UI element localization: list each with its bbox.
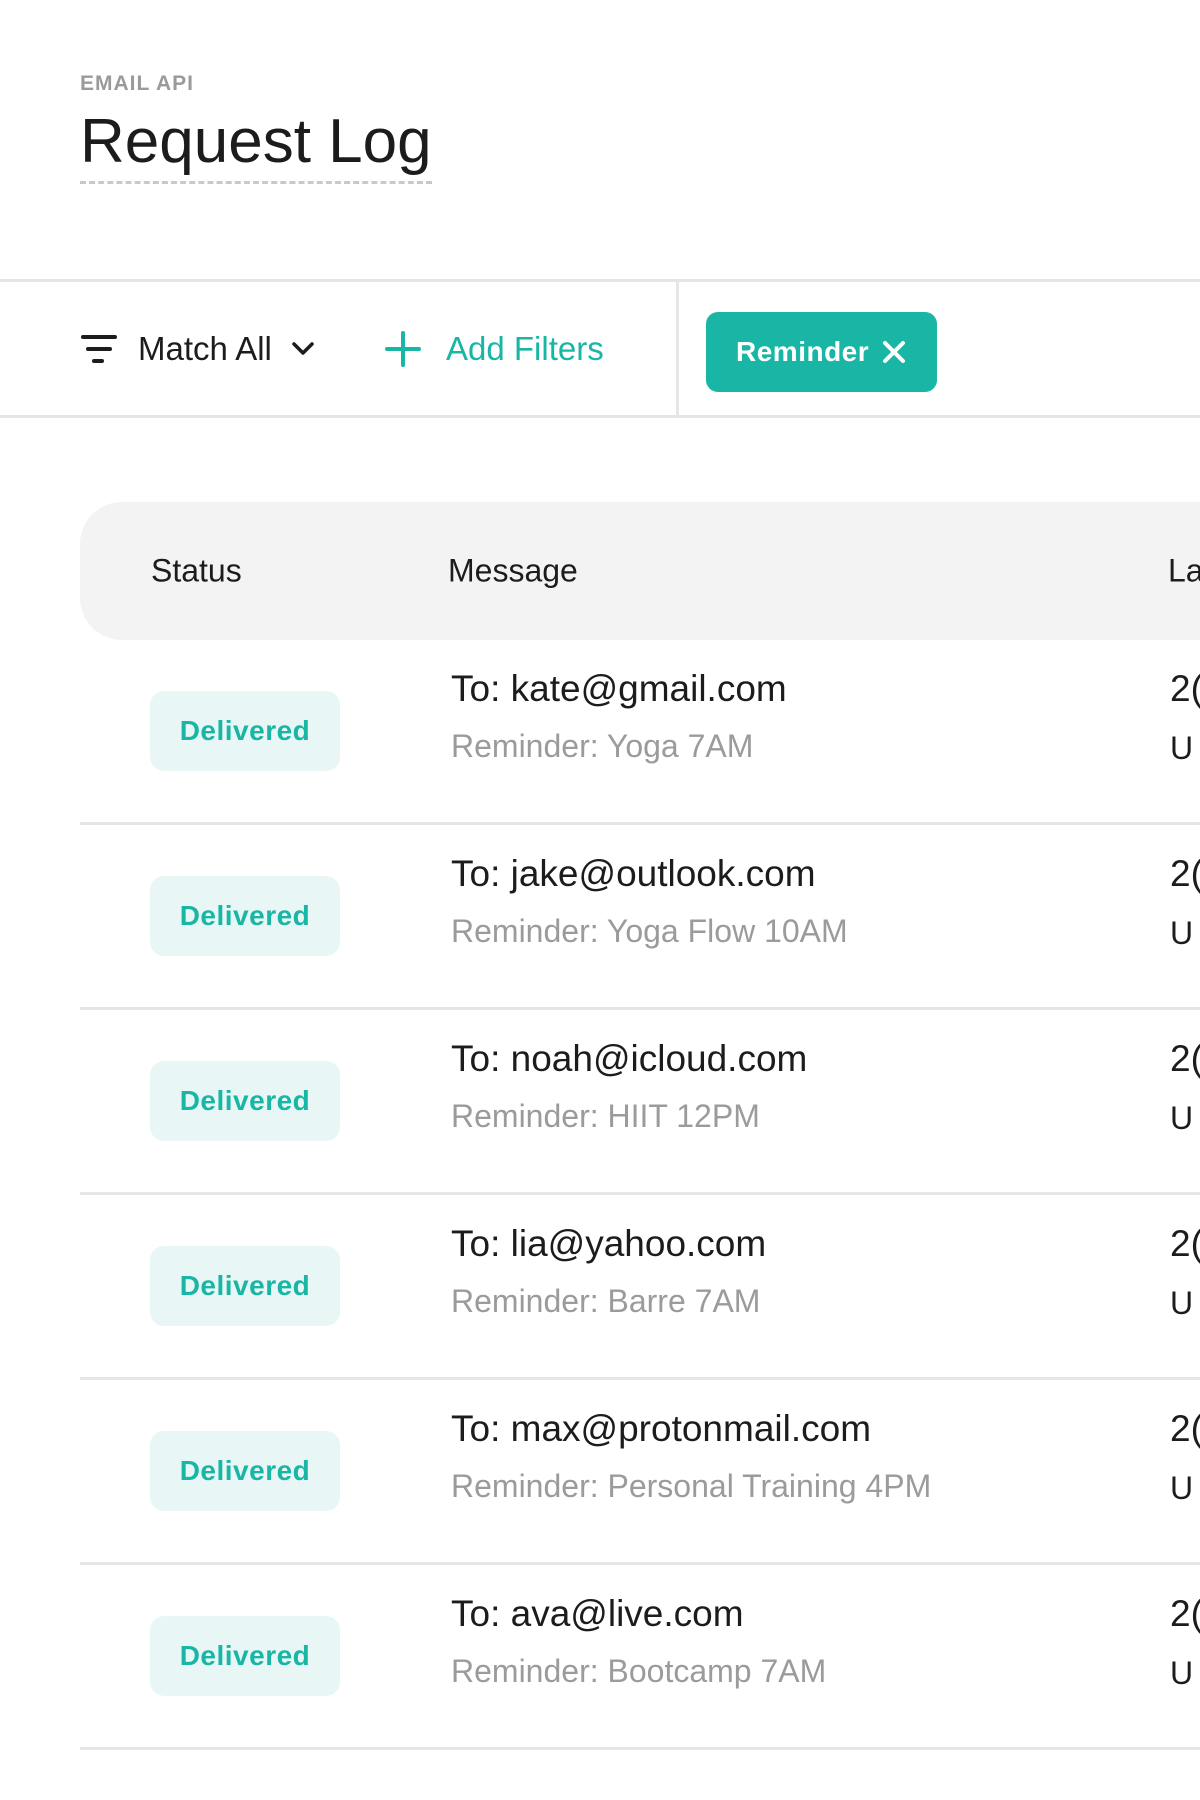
page-title: Request Log (80, 106, 432, 185)
column-header-last[interactable]: La (1168, 553, 1200, 590)
table-row[interactable]: Delivered To: lia@yahoo.com Reminder: Ba… (80, 1195, 1200, 1380)
row-timezone: U (1170, 915, 1194, 951)
status-badge: Delivered (150, 1616, 340, 1696)
row-timezone: U (1170, 730, 1194, 766)
match-all-dropdown[interactable]: Match All (80, 330, 316, 368)
message-subject: Reminder: Yoga 7AM (451, 728, 754, 764)
message-recipient: To: noah@icloud.com (451, 1038, 808, 1079)
message-subject: Reminder: Bootcamp 7AM (451, 1653, 827, 1689)
message-subject: Reminder: Barre 7AM (451, 1283, 761, 1319)
row-date: 2( (1170, 1408, 1200, 1449)
table-row[interactable]: Delivered To: noah@icloud.com Reminder: … (80, 1010, 1200, 1195)
table-row[interactable]: Delivered To: max@protonmail.com Reminde… (80, 1380, 1200, 1565)
message-recipient: To: jake@outlook.com (451, 853, 816, 894)
reminder-filter-chip[interactable]: Reminder (706, 312, 938, 392)
row-timezone: U (1170, 1100, 1194, 1136)
status-badge: Delivered (150, 1431, 340, 1511)
column-header-status[interactable]: Status (151, 553, 242, 590)
status-badge: Delivered (150, 1246, 340, 1326)
message-recipient: To: kate@gmail.com (451, 668, 787, 709)
chevron-down-icon (292, 341, 314, 355)
status-badge: Delivered (150, 1061, 340, 1141)
message-subject: Reminder: Personal Training 4PM (451, 1468, 932, 1504)
message-recipient: To: ava@live.com (451, 1593, 744, 1634)
table-header: Status Message La (80, 502, 1200, 640)
close-icon[interactable] (881, 339, 907, 365)
row-timezone: U (1170, 1655, 1194, 1691)
add-filters-label: Add Filters (446, 329, 604, 367)
plus-icon (385, 330, 421, 367)
status-badge: Delivered (150, 691, 340, 771)
message-subject: Reminder: HIIT 12PM (451, 1098, 760, 1134)
message-recipient: To: lia@yahoo.com (451, 1223, 767, 1264)
row-date: 2( (1170, 668, 1200, 709)
match-all-label: Match All (138, 329, 272, 367)
filter-divider (676, 282, 679, 415)
table-row[interactable]: Delivered To: kate@gmail.com Reminder: Y… (80, 640, 1200, 825)
chip-label: Reminder (736, 336, 870, 367)
message-recipient: To: max@protonmail.com (451, 1408, 872, 1449)
message-subject: Reminder: Yoga Flow 10AM (451, 913, 848, 949)
add-filters-button[interactable]: Add Filters (384, 330, 604, 368)
filter-lines-icon (81, 334, 117, 363)
row-date: 2( (1170, 1593, 1200, 1634)
table-row[interactable]: Delivered To: jake@outlook.com Reminder:… (80, 825, 1200, 1010)
filter-bar: Match All Add Filters Reminder (0, 279, 1200, 418)
row-timezone: U (1170, 1285, 1194, 1321)
row-date: 2( (1170, 853, 1200, 894)
row-date: 2( (1170, 1223, 1200, 1264)
column-header-message[interactable]: Message (448, 553, 578, 590)
table-row[interactable]: Delivered To: ava@live.com Reminder: Boo… (80, 1565, 1200, 1750)
eyebrow-label: EMAIL API (80, 72, 195, 95)
row-timezone: U (1170, 1470, 1194, 1506)
status-badge: Delivered (150, 876, 340, 956)
row-date: 2( (1170, 1038, 1200, 1079)
